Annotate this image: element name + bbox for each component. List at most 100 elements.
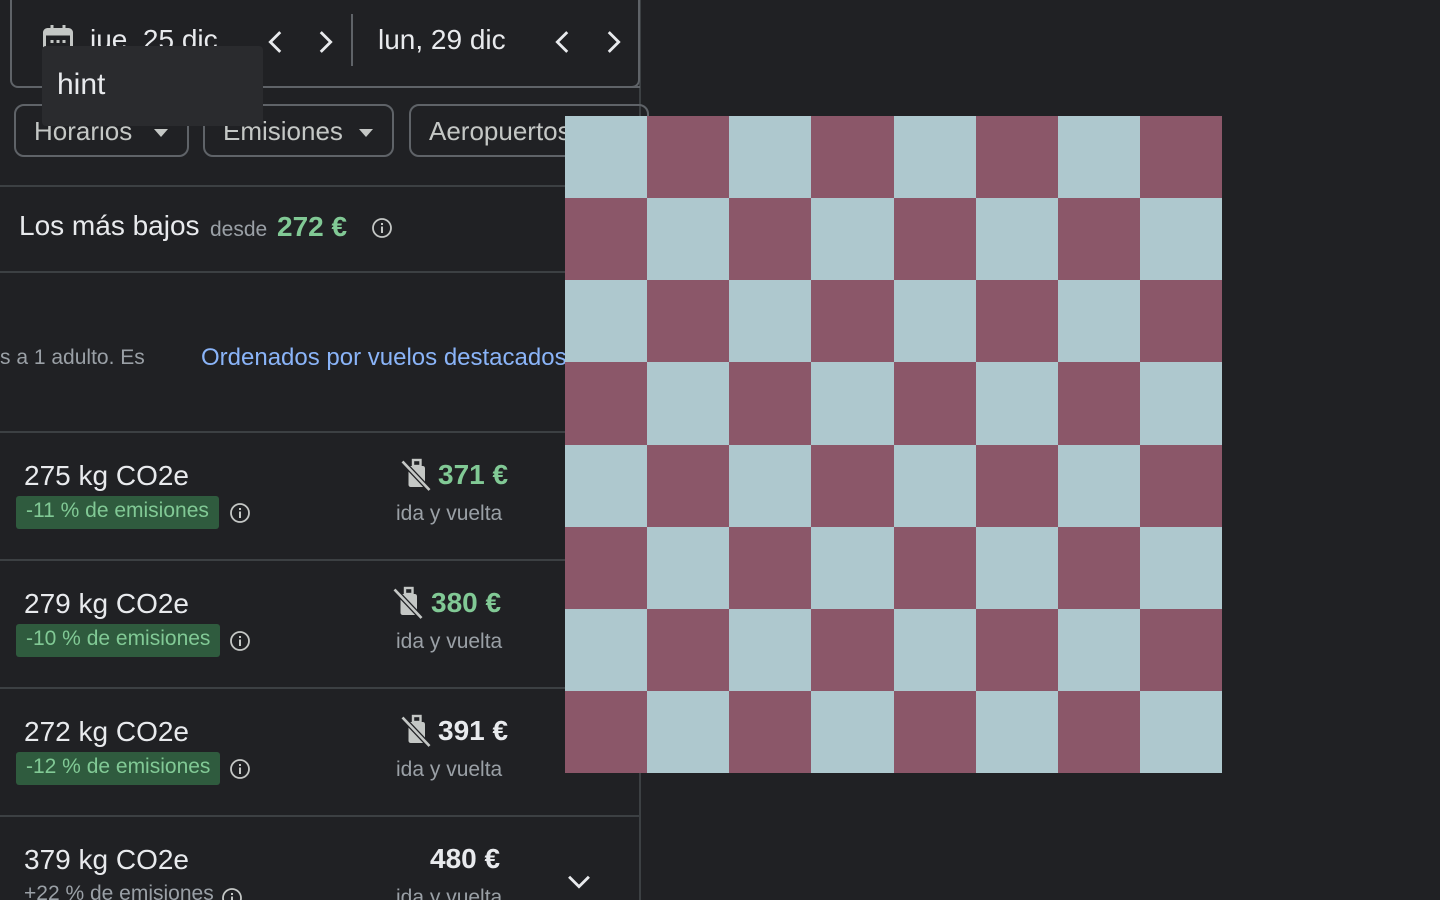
checker-cell (647, 690, 730, 773)
lowest-price-value: 272 € (277, 211, 348, 242)
checker-cell (975, 362, 1058, 445)
checker-cell (565, 526, 648, 609)
checker-cell (811, 116, 894, 199)
checker-cell (729, 690, 812, 773)
checker-cell (1139, 526, 1222, 609)
checker-cell (565, 690, 648, 773)
trip-type: ida y vuelta (396, 630, 503, 653)
checker-cell (893, 526, 976, 609)
return-date-underline (352, 86, 640, 88)
checker-cell (811, 280, 894, 363)
checker-cell (729, 280, 812, 363)
flights-page: jue, 25 dic lun, 29 dic Horarios Emision… (0, 0, 1440, 900)
checker-cell (975, 526, 1058, 609)
checker-cell (975, 280, 1058, 363)
checker-cell (975, 198, 1058, 281)
flight-row[interactable]: 379 kg CO2e +22 % de emisiones 480 € ida… (0, 816, 641, 900)
info-icon[interactable] (370, 216, 394, 240)
divider (0, 271, 641, 273)
checker-cell (647, 116, 730, 199)
checker-cell (729, 362, 812, 445)
checker-cell (811, 362, 894, 445)
checker-cell (1057, 608, 1140, 691)
checker-cell (565, 116, 648, 199)
lowest-price-heading: Los más bajos (19, 210, 200, 241)
tooltip: hint (42, 46, 263, 126)
checker-cell (811, 444, 894, 527)
checker-cell (975, 116, 1058, 199)
checker-cell (729, 444, 812, 527)
return-date-field[interactable]: lun, 29 dic (378, 24, 506, 56)
checker-cell (893, 280, 976, 363)
checker-cell (1139, 690, 1222, 773)
checker-cell (893, 362, 976, 445)
checker-cell (647, 526, 730, 609)
co2-amount: 379 kg CO2e (24, 844, 189, 875)
trip-type: ida y vuelta (396, 886, 503, 900)
checker-cell (1139, 280, 1222, 363)
co2-amount: 279 kg CO2e (24, 588, 189, 619)
chevron-right-icon[interactable] (308, 25, 342, 59)
checker-cell (893, 690, 976, 773)
sort-link[interactable]: Ordenados por vuelos destacados (201, 344, 567, 372)
trip-type: ida y vuelta (396, 758, 503, 781)
info-icon[interactable] (228, 501, 252, 525)
caret-down-icon (154, 129, 168, 137)
checker-cell (893, 198, 976, 281)
checker-cell (729, 116, 812, 199)
flight-row[interactable]: 272 kg CO2e -12 % de emisiones 391 € ida… (0, 688, 641, 816)
info-icon[interactable] (228, 757, 252, 781)
checker-cell (565, 198, 648, 281)
checker-cell (975, 690, 1058, 773)
checker-cell (811, 608, 894, 691)
emissions-badge: -10 % de emisiones (16, 624, 221, 657)
info-icon[interactable] (228, 629, 252, 653)
checker-cell (1057, 362, 1140, 445)
lowest-price-from: desde (210, 218, 268, 241)
chevron-down-icon[interactable] (562, 864, 596, 898)
trip-type: ida y vuelta (396, 502, 503, 525)
checker-cell (647, 444, 730, 527)
no-carry-on-bag-icon (392, 586, 424, 620)
checker-cell (565, 362, 648, 445)
checker-cell (647, 362, 730, 445)
chevron-left-icon[interactable] (546, 25, 580, 59)
emissions-badge: -11 % de emisiones (16, 496, 219, 529)
flight-price: 380 € (431, 587, 502, 618)
checker-cell (811, 198, 894, 281)
flight-price: 480 € (430, 843, 501, 874)
checkerboard-overlay (565, 116, 1222, 773)
checker-cell (1057, 690, 1140, 773)
flight-price: 391 € (438, 715, 509, 746)
checker-cell (893, 444, 976, 527)
checker-cell (893, 608, 976, 691)
checker-cell (1139, 444, 1222, 527)
checker-cell (647, 608, 730, 691)
checker-cell (975, 608, 1058, 691)
checker-cell (647, 280, 730, 363)
checker-cell (565, 444, 648, 527)
checker-cell (565, 608, 648, 691)
caret-down-icon (359, 129, 373, 137)
chevron-left-icon[interactable] (259, 25, 293, 59)
flight-row[interactable]: 275 kg CO2e -11 % de emisiones 371 € ida… (0, 432, 641, 560)
checker-cell (975, 444, 1058, 527)
no-carry-on-bag-icon (400, 458, 432, 492)
checker-cell (1139, 362, 1222, 445)
price-notice: s a 1 adulto. Es (0, 346, 145, 369)
results-panel: jue, 25 dic lun, 29 dic Horarios Emision… (0, 0, 649, 900)
flight-price: 371 € (438, 459, 509, 490)
info-icon[interactable] (220, 886, 244, 900)
checker-cell (1139, 198, 1222, 281)
co2-amount: 275 kg CO2e (24, 460, 189, 491)
divider (0, 185, 641, 187)
chevron-right-icon[interactable] (596, 25, 630, 59)
no-carry-on-bag-icon (400, 714, 432, 748)
checker-cell (1057, 198, 1140, 281)
checker-cell (729, 608, 812, 691)
flight-row[interactable]: 279 kg CO2e -10 % de emisiones 380 € ida… (0, 560, 641, 688)
checker-cell (1057, 280, 1140, 363)
checker-cell (1057, 116, 1140, 199)
checker-cell (811, 690, 894, 773)
checker-cell (729, 526, 812, 609)
